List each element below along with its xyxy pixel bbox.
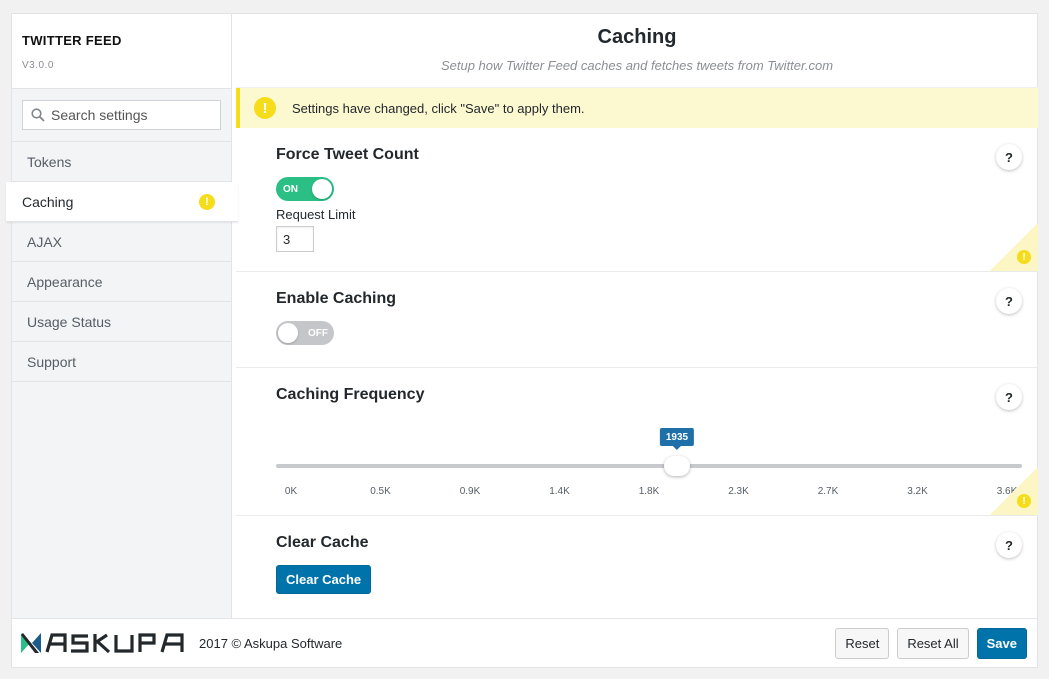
sidebar-item-appearance[interactable]: Appearance: [12, 262, 231, 302]
toggle-knob: [312, 179, 332, 199]
warning-icon: !: [199, 194, 215, 210]
slider-tick-label: 1.4K: [549, 486, 570, 497]
unsaved-changes-notice: ! Settings have changed, click "Save" to…: [236, 88, 1038, 128]
section-clear-cache: Clear Cache ? Clear Cache: [236, 516, 1038, 616]
toggle-knob: [278, 323, 298, 343]
slider-tick-label: 0.5K: [370, 486, 391, 497]
sidebar-item-support[interactable]: Support: [12, 342, 231, 382]
slider-value-tooltip: 1935: [659, 428, 695, 450]
page-title: Caching: [597, 26, 677, 48]
slider-track[interactable]: [276, 464, 1022, 468]
warning-icon: !: [1017, 250, 1031, 264]
help-button[interactable]: ?: [996, 288, 1022, 314]
reset-all-button[interactable]: Reset All: [897, 627, 969, 659]
sidebar-item-label: Caching: [22, 193, 74, 210]
app-version: V3.0.0: [22, 60, 54, 71]
warning-icon: !: [1017, 494, 1031, 508]
brand-header: TWITTER FEED V3.0.0: [12, 14, 231, 89]
save-button[interactable]: Save: [976, 627, 1027, 659]
section-title: Clear Cache: [276, 534, 369, 551]
page-header: Caching Setup how Twitter Feed caches an…: [236, 14, 1038, 88]
sidebar-item-tokens[interactable]: Tokens: [12, 142, 231, 182]
caching-frequency-slider: 1935 0K0.5K0.9K1.4K1.8K2.3K2.7K3.2K3.6K: [276, 404, 1038, 504]
search-box: [22, 100, 221, 130]
slider-tick-label: 2.7K: [817, 486, 839, 497]
warning-icon: !: [254, 97, 276, 119]
sidebar-nav: Tokens Caching ! AJAX Appearance Usage S…: [6, 142, 238, 382]
notice-text: Settings have changed, click "Save" to a…: [292, 100, 585, 116]
section-title: Enable Caching: [276, 290, 397, 307]
askupa-logo: [21, 632, 189, 654]
section-title: Caching Frequency: [276, 386, 425, 403]
settings-panel: TWITTER FEED V3.0.0 Tokens Caching ! AJA…: [6, 13, 1038, 668]
slider-tick-label: 1.8K: [638, 486, 660, 497]
sidebar-item-usage-status[interactable]: Usage Status: [12, 302, 231, 342]
toggle-state-label: ON: [283, 183, 298, 195]
sidebar-item-label: Usage Status: [27, 313, 112, 330]
copyright-text: 2017 © Askupa Software: [199, 635, 343, 651]
sidebar-item-caching[interactable]: Caching !: [6, 182, 238, 222]
modified-flag: !: [990, 467, 1038, 515]
help-button[interactable]: ?: [996, 144, 1022, 170]
footer-actions: Reset Reset All Save: [835, 627, 1027, 659]
section-title: Force Tweet Count: [276, 146, 419, 163]
reset-button[interactable]: Reset: [835, 627, 890, 659]
askupa-logo-mark: [21, 633, 184, 654]
slider-handle[interactable]: [663, 456, 690, 476]
sidebar: TWITTER FEED V3.0.0 Tokens Caching ! AJA…: [6, 14, 238, 618]
section-enable-caching: Enable Caching ? OFF: [236, 272, 1038, 368]
sidebar-item-label: Appearance: [27, 273, 103, 290]
force-tweet-count-toggle[interactable]: ON: [276, 177, 334, 201]
main-content: Caching Setup how Twitter Feed caches an…: [236, 14, 1038, 618]
sidebar-item-label: AJAX: [27, 233, 63, 250]
clear-cache-button[interactable]: Clear Cache: [276, 565, 372, 594]
request-limit-label: Request Limit: [276, 207, 356, 222]
slider-tick-label: 0.9K: [459, 486, 481, 497]
app-title: TWITTER FEED: [22, 33, 122, 48]
search-container: [12, 89, 231, 142]
slider-tick-label: 0K: [284, 486, 298, 497]
page-subtitle: Setup how Twitter Feed caches and fetche…: [440, 58, 834, 73]
slider-tick-label: 3.2K: [907, 486, 928, 497]
toggle-state-label: OFF: [308, 327, 328, 339]
search-input[interactable]: [51, 107, 220, 123]
sidebar-item-label: Support: [27, 353, 77, 370]
footer: 2017 © Askupa Software Reset Reset All S…: [12, 618, 1037, 667]
help-button[interactable]: ?: [996, 532, 1022, 558]
search-icon: [31, 108, 45, 122]
section-caching-frequency: Caching Frequency ? 1935 0K 0.5K 0.9K 1.4K 1…: [236, 368, 1038, 516]
slider-tick-label: 2.3K: [728, 486, 749, 497]
sidebar-item-ajax[interactable]: AJAX: [12, 222, 231, 262]
enable-caching-toggle[interactable]: OFF: [276, 321, 334, 345]
modified-flag: !: [990, 223, 1038, 271]
section-force-tweet-count: Force Tweet Count ? ON Request Limit !: [236, 128, 1038, 272]
sidebar-item-label: Tokens: [27, 153, 72, 170]
request-limit-input[interactable]: [276, 226, 314, 252]
